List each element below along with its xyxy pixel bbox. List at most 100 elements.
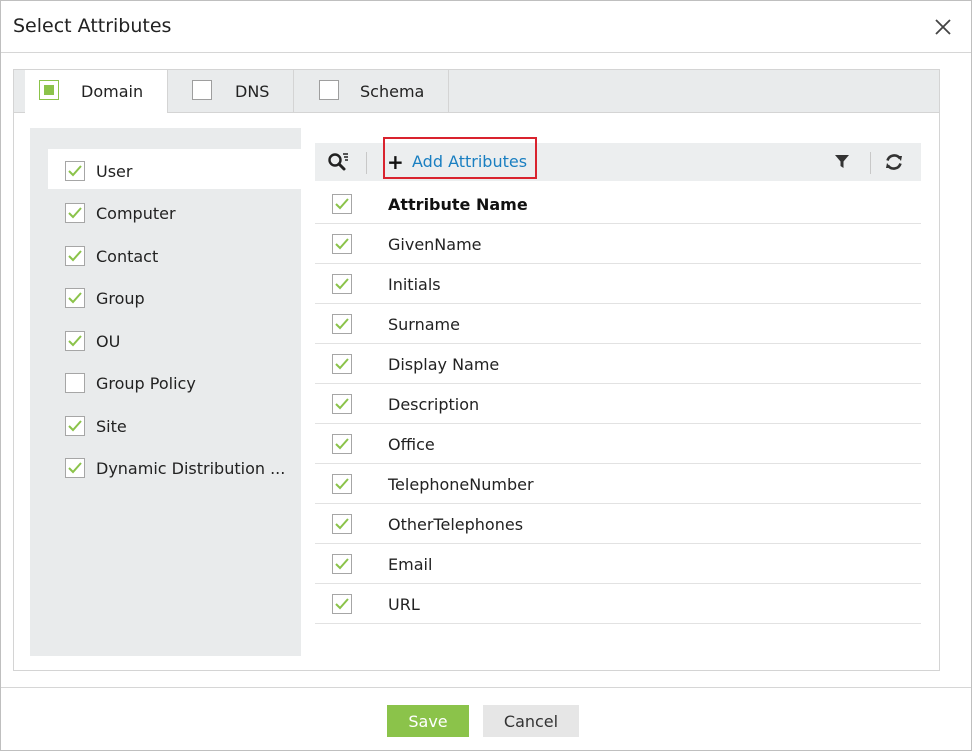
row-checkbox[interactable]	[332, 474, 352, 494]
sidebar-item-contact[interactable]: Contact	[48, 234, 301, 274]
check-icon	[335, 198, 349, 210]
row-checkbox[interactable]	[332, 514, 352, 534]
row-checkbox[interactable]	[332, 274, 352, 294]
attribute-name: Email	[388, 555, 433, 574]
row-checkbox[interactable]	[332, 554, 352, 574]
attribute-name: Surname	[388, 315, 460, 334]
sidebar-item-site[interactable]: Site	[48, 404, 301, 444]
add-attributes-label: Add Attributes	[412, 152, 528, 171]
sidebar-checkbox[interactable]	[65, 416, 85, 436]
sidebar-checkbox[interactable]	[65, 203, 85, 223]
table-header-row: Attribute Name	[315, 183, 921, 224]
search-button[interactable]	[327, 152, 351, 174]
check-icon	[68, 420, 82, 432]
sidebar-item-label: Group	[96, 289, 145, 308]
check-icon	[335, 478, 349, 490]
dialog-title: Select Attributes	[13, 15, 172, 37]
check-icon	[335, 278, 349, 290]
attribute-name: Description	[388, 395, 480, 414]
sidebar-item-group[interactable]: Group	[48, 276, 301, 316]
refresh-button[interactable]	[883, 151, 907, 175]
attribute-name: Office	[388, 435, 435, 454]
sidebar-item-label: User	[96, 162, 133, 181]
tab-domain-label: Domain	[81, 82, 144, 101]
table-row[interactable]: Display Name	[315, 343, 921, 384]
check-icon	[335, 238, 349, 250]
table-row[interactable]: Email	[315, 543, 921, 584]
check-icon	[68, 250, 82, 262]
close-button[interactable]	[929, 11, 957, 41]
check-icon	[68, 462, 82, 474]
table-row[interactable]: URL	[315, 583, 921, 624]
tab-dns[interactable]: DNS	[168, 70, 293, 112]
tab-domain-checkbox[interactable]	[39, 80, 59, 100]
row-checkbox[interactable]	[332, 394, 352, 414]
sidebar-checkbox[interactable]	[65, 246, 85, 266]
save-button[interactable]: Save	[387, 705, 469, 737]
tab-bar: Domain DNS Schema	[14, 70, 939, 113]
tab-schema-label: Schema	[360, 82, 425, 101]
check-icon	[335, 518, 349, 530]
check-icon	[68, 335, 82, 347]
sidebar-checkbox[interactable]	[65, 373, 85, 393]
table-row[interactable]: TelephoneNumber	[315, 463, 921, 504]
check-icon	[335, 438, 349, 450]
table-row[interactable]: GivenName	[315, 223, 921, 264]
attribute-name: Display Name	[388, 355, 500, 374]
dialog-content: Domain DNS Schema User Computer Contact …	[13, 69, 940, 671]
sidebar-item-dynamic-distribution[interactable]: Dynamic Distribution ...	[48, 446, 301, 486]
search-list-icon	[328, 153, 348, 171]
table-row[interactable]: Office	[315, 423, 921, 464]
table-row[interactable]: OtherTelephones	[315, 503, 921, 544]
sidebar-checkbox[interactable]	[65, 458, 85, 478]
check-icon	[335, 318, 349, 330]
check-icon	[335, 598, 349, 610]
sidebar-item-label: Computer	[96, 204, 176, 223]
attribute-name: GivenName	[388, 235, 482, 254]
sidebar-checkbox[interactable]	[65, 288, 85, 308]
close-icon	[935, 19, 951, 35]
check-icon	[68, 292, 82, 304]
sidebar-item-group-policy[interactable]: Group Policy	[48, 361, 301, 401]
select-all-checkbox[interactable]	[332, 194, 352, 214]
sidebar-checkbox[interactable]	[65, 331, 85, 351]
select-attributes-dialog: Select Attributes Domain DNS Schema User…	[0, 0, 972, 751]
sidebar-item-label: Dynamic Distribution ...	[96, 459, 286, 478]
tab-dns-label: DNS	[235, 82, 270, 101]
row-checkbox[interactable]	[332, 354, 352, 374]
filter-icon	[835, 155, 849, 168]
sidebar-item-ou[interactable]: OU	[48, 319, 301, 359]
sidebar-checkbox[interactable]	[65, 161, 85, 181]
row-checkbox[interactable]	[332, 234, 352, 254]
attributes-panel: + Add Attributes Attribute Name GivenNam…	[301, 128, 922, 656]
check-icon	[335, 398, 349, 410]
table-row[interactable]: Surname	[315, 303, 921, 344]
attribute-name: OtherTelephones	[388, 515, 524, 534]
filter-button[interactable]	[833, 152, 855, 174]
dialog-header: Select Attributes	[1, 1, 971, 53]
sidebar-item-label: Contact	[96, 247, 159, 266]
table-row[interactable]: Description	[315, 383, 921, 424]
tab-schema-checkbox[interactable]	[319, 80, 339, 100]
check-icon	[335, 558, 349, 570]
tab-domain[interactable]: Domain	[25, 70, 167, 113]
sidebar-item-user[interactable]: User	[48, 149, 301, 189]
table-row[interactable]: Initials	[315, 263, 921, 304]
cancel-button[interactable]: Cancel	[483, 705, 579, 737]
toolbar-divider	[366, 152, 367, 174]
tab-divider	[448, 70, 449, 112]
row-checkbox[interactable]	[332, 594, 352, 614]
add-attributes-button[interactable]: + Add Attributes	[383, 137, 537, 179]
attribute-name: TelephoneNumber	[388, 475, 534, 494]
row-checkbox[interactable]	[332, 314, 352, 334]
check-icon	[68, 207, 82, 219]
tab-schema[interactable]: Schema	[294, 70, 448, 112]
tab-dns-checkbox[interactable]	[192, 80, 212, 100]
row-checkbox[interactable]	[332, 434, 352, 454]
attribute-name: Initials	[388, 275, 441, 294]
attributes-toolbar: + Add Attributes	[315, 137, 921, 181]
column-header-attribute-name: Attribute Name	[388, 195, 528, 214]
sidebar-item-computer[interactable]: Computer	[48, 191, 301, 231]
check-icon	[335, 358, 349, 370]
sidebar-item-label: Site	[96, 417, 127, 436]
